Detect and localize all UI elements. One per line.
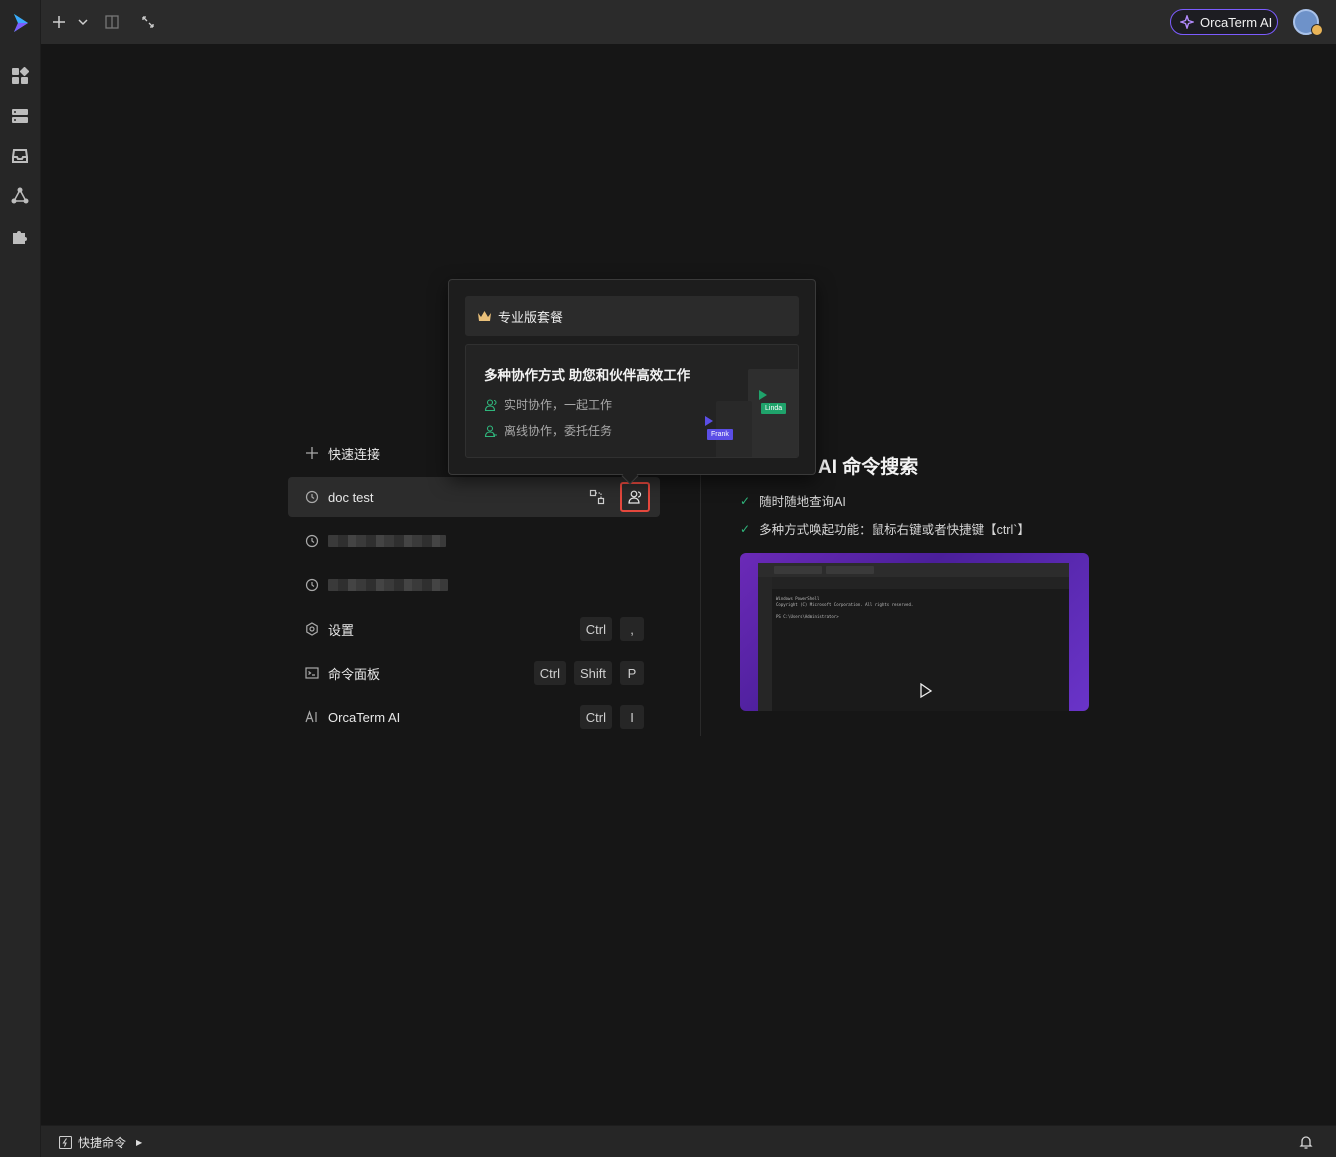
settings-item[interactable]: 设置 Ctrl , — [288, 609, 660, 649]
ai-sparkle-icon — [1180, 15, 1194, 29]
collaborator-tag: Linda — [761, 403, 787, 414]
history-icon — [304, 489, 320, 505]
orcaterm-ai-item-label: OrcaTerm AI — [328, 709, 401, 725]
activity-bar — [0, 0, 41, 1157]
redacted-host — [328, 579, 448, 591]
collaboration-feature-text: 实时协作，一起工作 — [504, 398, 613, 412]
recent-connection-label: doc test — [328, 489, 374, 505]
plus-icon — [304, 445, 320, 461]
ai-feature-text: 随时随地查询AI — [759, 495, 846, 509]
recent-connection-item[interactable] — [288, 565, 660, 605]
cursor-icon — [920, 683, 933, 699]
collaboration-feature: 实时协作，一起工作 — [484, 396, 612, 413]
check-icon: ✓ — [740, 521, 751, 536]
shortcut-key: Ctrl — [533, 661, 566, 685]
quick-connect-label: 快速连接 — [328, 446, 381, 462]
pro-plan-popover: 专业版套餐 多种协作方式 助您和伙伴高效工作 实时协作，一起工作 离线协作，委托… — [448, 279, 816, 475]
column-divider — [700, 448, 701, 736]
bell-icon[interactable] — [1298, 1134, 1314, 1150]
cursor-icon — [759, 390, 767, 400]
pro-plan-header[interactable]: 专业版套餐 — [465, 296, 799, 336]
terminal-icon — [304, 665, 320, 681]
orcaterm-ai-button[interactable]: OrcaTerm AI — [1170, 9, 1278, 35]
collaborator-tag: Frank — [707, 429, 733, 440]
preview-line: Copyright (C) Microsoft Corporation. All… — [776, 602, 914, 607]
status-bar: 快捷命令 ▶ — [41, 1125, 1336, 1157]
shortcut-key: Ctrl — [579, 705, 612, 729]
caret-right-icon: ▶ — [136, 1138, 143, 1147]
collaboration-title: 多种协作方式 助您和伙伴高效工作 — [484, 368, 691, 383]
shortcut-key: , — [620, 617, 644, 641]
collaborate-user-icon[interactable] — [620, 482, 650, 512]
preview-window: Windows PowerShell Copyright (C) Microso… — [758, 563, 1069, 711]
ai-feature-text: 多种方式唤起功能：鼠标右键或者快捷键【ctrl`】 — [759, 523, 1030, 537]
quick-commands-button[interactable]: 快捷命令 ▶ — [59, 1134, 142, 1151]
network-icon[interactable] — [9, 185, 31, 207]
shortcut-key: P — [620, 661, 644, 685]
recent-connection-doc-test[interactable]: doc test — [288, 477, 660, 517]
orcaterm-ai-item[interactable]: OrcaTerm AI Ctrl I — [288, 697, 660, 737]
collaboration-feature: 离线协作，委托任务 — [484, 422, 612, 439]
shortcut-key: Ctrl — [579, 617, 612, 641]
shortcut-key: Shift — [573, 661, 612, 685]
cursor-icon — [705, 416, 713, 426]
ai-feature-item: ✓ 随时随地查询AI — [740, 491, 846, 510]
dashboard-icon[interactable] — [9, 65, 31, 87]
ai-text-icon — [304, 709, 320, 725]
ai-preview-image: Windows PowerShell Copyright (C) Microso… — [740, 553, 1089, 711]
new-tab-plus-icon[interactable] — [49, 12, 69, 32]
ai-feature-item: ✓ 多种方式唤起功能：鼠标右键或者快捷键【ctrl`】 — [740, 519, 1030, 538]
settings-label: 设置 — [328, 622, 355, 638]
orcaterm-ai-label: OrcaTerm AI — [1200, 14, 1273, 30]
top-bar: OrcaTerm AI — [41, 0, 1336, 44]
command-palette-label: 命令面板 — [328, 666, 381, 682]
inbox-icon[interactable] — [9, 145, 31, 167]
crown-icon — [478, 311, 491, 321]
split-view-icon[interactable] — [102, 12, 122, 32]
gear-icon — [304, 621, 320, 637]
chevron-down-icon[interactable] — [73, 12, 93, 32]
check-icon: ✓ — [740, 493, 751, 508]
server-icon[interactable] — [9, 105, 31, 127]
history-icon — [304, 577, 320, 593]
command-palette-item[interactable]: 命令面板 Ctrl Shift P — [288, 653, 660, 693]
pro-crown-badge — [1311, 24, 1323, 36]
recent-connection-item[interactable] — [288, 521, 660, 561]
user-icon — [484, 398, 497, 411]
redacted-host — [328, 535, 446, 547]
history-icon — [304, 533, 320, 549]
connect-sftp-icon[interactable] — [582, 482, 612, 512]
expand-icon[interactable] — [138, 12, 158, 32]
shortcut-key: I — [620, 705, 644, 729]
collaboration-feature-text: 离线协作，委托任务 — [504, 424, 613, 438]
preview-line: PS C:\Users\Administrator> — [776, 614, 839, 619]
puzzle-icon[interactable] — [9, 225, 31, 247]
user-offline-icon — [484, 424, 497, 437]
quick-commands-label: 快捷命令 — [78, 1136, 127, 1150]
collaboration-card: 多种协作方式 助您和伙伴高效工作 实时协作，一起工作 离线协作，委托任务 Lin… — [465, 344, 799, 458]
pro-plan-label: 专业版套餐 — [498, 309, 564, 325]
app-logo[interactable] — [10, 12, 32, 34]
ai-search-title: AI 命令搜索 — [818, 457, 919, 478]
lightning-icon — [59, 1136, 72, 1149]
welcome-page — [41, 44, 1336, 1125]
